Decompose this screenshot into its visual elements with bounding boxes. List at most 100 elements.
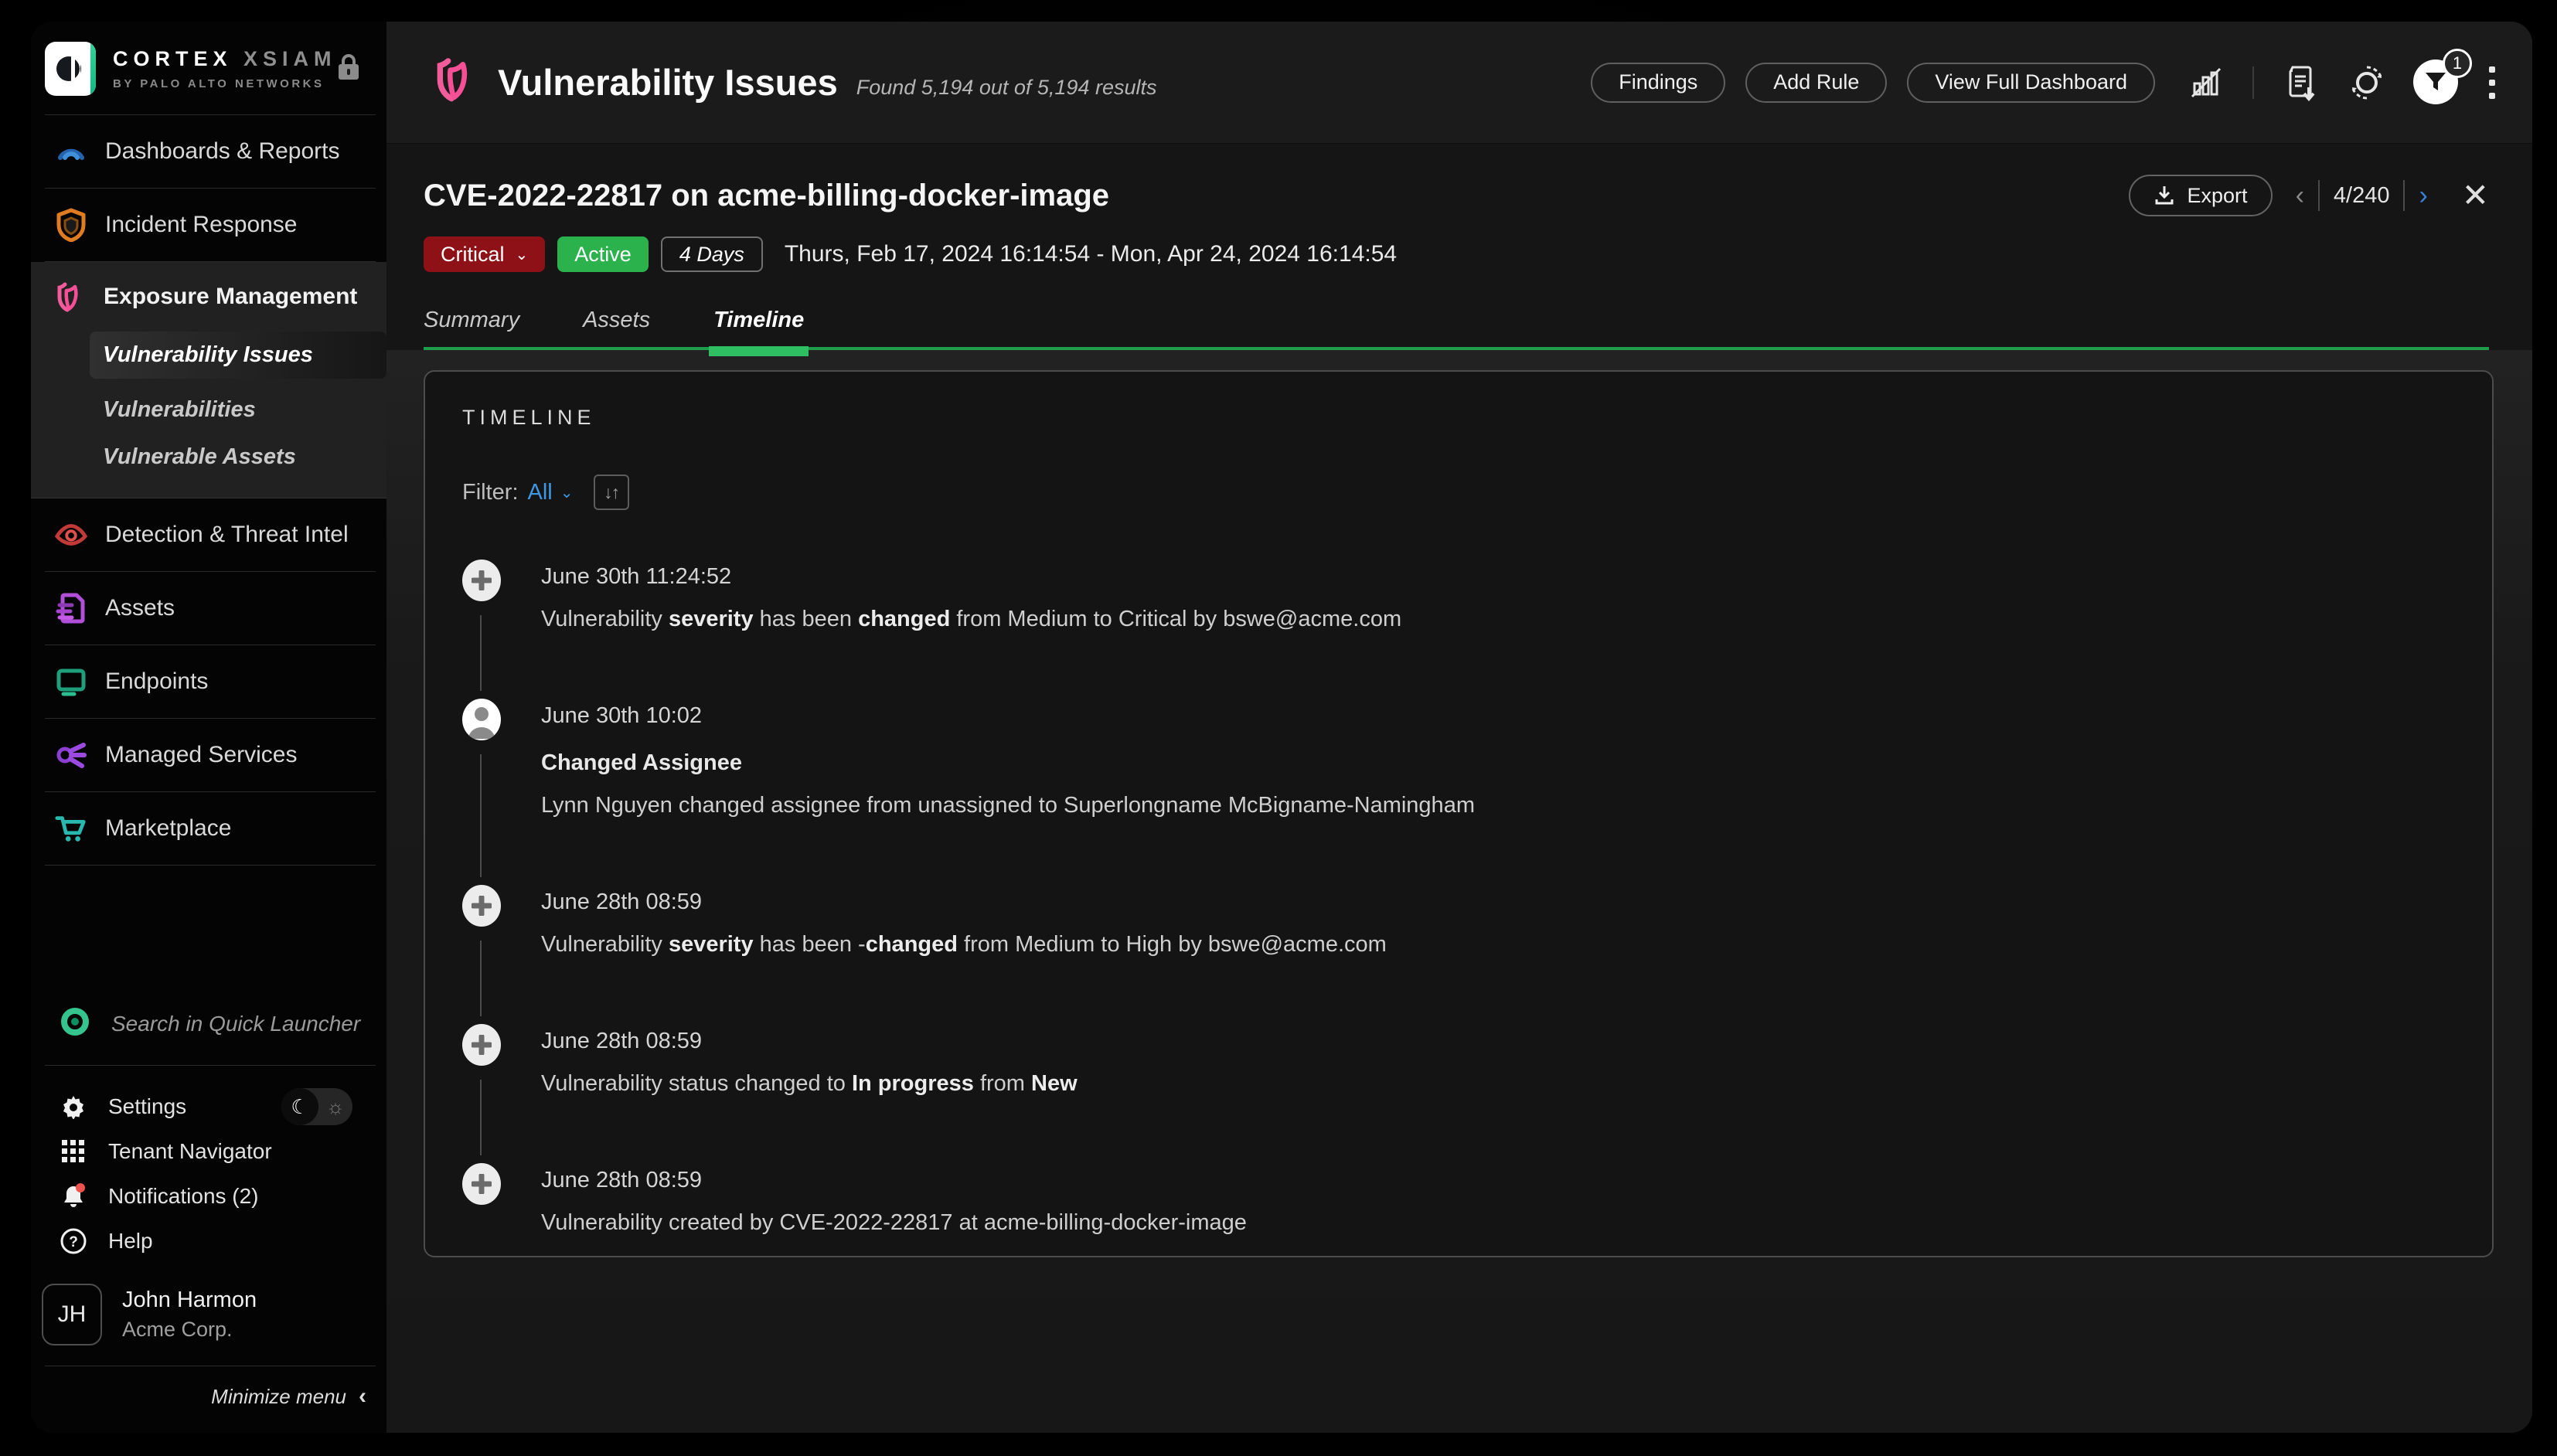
exposure-management-section: Exposure Management Vulnerability Issues…: [31, 262, 386, 498]
export-button[interactable]: Export: [2129, 175, 2273, 216]
app-window: CORTEX XSIAM BY PALO ALTO NETWORKS Dashb…: [31, 22, 2532, 1433]
timeline-heading: TIMELINE: [462, 406, 2455, 430]
plus-icon: [462, 885, 501, 927]
tab-timeline[interactable]: Timeline: [713, 308, 804, 333]
sort-order-button[interactable]: ↓↑: [594, 475, 629, 510]
sidebar-item-label: Endpoints: [105, 668, 208, 695]
report-download-icon[interactable]: [2280, 63, 2320, 103]
moon-icon: ☾: [281, 1088, 318, 1125]
sidebar-item-label: Managed Services: [105, 742, 297, 768]
sidebar-item-label: Notifications (2): [108, 1184, 259, 1209]
user-name: John Harmon: [122, 1288, 257, 1313]
sidebar-item-label: Dashboards & Reports: [105, 138, 340, 165]
filter-value: All: [528, 480, 553, 505]
hide-charts-icon[interactable]: [2186, 63, 2226, 103]
vulnerability-shield-icon: [434, 56, 478, 108]
sidebar-item-vulnerabilities[interactable]: Vulnerabilities: [31, 386, 386, 434]
event-time: June 30th 11:24:52: [541, 564, 2455, 590]
brand-header: CORTEX XSIAM BY PALO ALTO NETWORKS: [31, 22, 386, 114]
event-text: Lynn Nguyen changed assignee from unassi…: [541, 793, 2455, 818]
sidebar-item-notifications[interactable]: Notifications (2): [31, 1174, 386, 1219]
sidebar-item-label: Settings: [108, 1094, 186, 1119]
sidebar-item-managed-services[interactable]: Managed Services: [31, 719, 386, 791]
sidebar-item-dashboards-reports[interactable]: Dashboards & Reports: [31, 115, 386, 188]
severity-label: Critical: [441, 243, 505, 267]
add-rule-button[interactable]: Add Rule: [1745, 63, 1887, 103]
close-icon[interactable]: ✕: [2462, 179, 2489, 212]
sidebar-item-tenant-navigator[interactable]: Tenant Navigator: [31, 1129, 386, 1174]
plus-icon: [462, 560, 501, 601]
sidebar-item-label: Exposure Management: [104, 284, 357, 310]
sidebar-item-label: Incident Response: [105, 212, 298, 238]
refresh-icon[interactable]: [2347, 63, 2387, 103]
header-icons: 1: [2186, 60, 2498, 106]
user-profile[interactable]: JH John Harmon Acme Corp.: [31, 1264, 386, 1366]
brand-byline: BY PALO ALTO NETWORKS: [113, 77, 337, 90]
brand-primary: CORTEX: [113, 47, 233, 70]
minimize-menu-button[interactable]: Minimize menu ‹: [31, 1366, 386, 1433]
sidebar-item-detection-threat-intel[interactable]: Detection & Threat Intel: [31, 498, 386, 571]
quick-launcher[interactable]: Search in Quick Launcher: [31, 982, 386, 1065]
kebab-menu-icon[interactable]: [2486, 63, 2498, 102]
filter-dropdown[interactable]: All ⌄: [528, 480, 574, 505]
severity-badge[interactable]: Critical ⌄: [424, 236, 545, 272]
findings-button[interactable]: Findings: [1591, 63, 1725, 103]
lock-icon: [337, 53, 360, 85]
tab-summary[interactable]: Summary: [424, 308, 519, 333]
sidebar-item-label: Assets: [105, 595, 175, 621]
chevron-down-icon: ⌄: [560, 483, 574, 502]
sidebar-item-vulnerability-issues[interactable]: Vulnerability Issues: [90, 332, 386, 379]
brand-secondary: XSIAM: [243, 47, 337, 70]
sidebar-item-vulnerable-assets[interactable]: Vulnerable Assets: [31, 434, 386, 481]
filter-count-badge: 1: [2443, 49, 2472, 78]
sidebar-item-incident-response[interactable]: Incident Response: [31, 189, 386, 261]
divider: [2252, 66, 2254, 99]
timeline-filter-row: Filter: All ⌄ ↓↑: [462, 475, 2455, 510]
brand-text: CORTEX XSIAM BY PALO ALTO NETWORKS: [113, 47, 337, 90]
duration-badge: 4 Days: [661, 236, 763, 272]
main-area: Vulnerability Issues Found 5,194 out of …: [386, 22, 2532, 1433]
event-title: Changed Assignee: [541, 750, 2455, 776]
sidebar-item-settings[interactable]: Settings ☾ ☼: [31, 1084, 386, 1129]
results-count: Found 5,194 out of 5,194 results: [856, 76, 1157, 100]
status-badge: Active: [557, 236, 649, 272]
event-time: June 28th 08:59: [541, 890, 2455, 915]
sidebar-item-marketplace[interactable]: Marketplace: [31, 792, 386, 865]
plus-icon: [462, 1163, 501, 1205]
theme-toggle[interactable]: ☾ ☼: [281, 1088, 352, 1125]
date-range: Thurs, Feb 17, 2024 16:14:54 - Mon, Apr …: [785, 241, 1397, 267]
logo-green-stripe: [90, 42, 96, 96]
timeline-event: June 28th 08:59 Vulnerability status cha…: [462, 1029, 2455, 1168]
avatar: JH: [42, 1284, 102, 1345]
help-icon: ?: [59, 1228, 88, 1254]
chevron-left-icon: ‹: [359, 1383, 366, 1410]
tab-assets[interactable]: Assets: [583, 308, 650, 333]
sidebar-item-label: Help: [108, 1229, 153, 1254]
download-icon: [2154, 185, 2175, 206]
gauge-icon: [54, 134, 88, 168]
plus-icon: [462, 1024, 501, 1066]
user-avatar-icon: [462, 699, 501, 740]
sidebar-item-help[interactable]: ? Help: [31, 1219, 386, 1264]
sidebar-item-exposure-management[interactable]: Exposure Management: [31, 262, 386, 332]
sidebar-item-assets[interactable]: Assets: [31, 572, 386, 645]
export-label: Export: [2188, 184, 2248, 208]
quick-launcher-icon: [59, 1005, 91, 1042]
grid-icon: [59, 1140, 88, 1163]
event-text: Vulnerability severity has been changed …: [541, 607, 2455, 632]
detail-tabs: Summary Assets Timeline: [424, 308, 2489, 350]
event-time: June 28th 08:59: [541, 1029, 2455, 1054]
record-position: 4/240: [2334, 183, 2390, 209]
filter-button[interactable]: 1: [2413, 60, 2460, 106]
prev-record-icon[interactable]: ‹: [2296, 181, 2304, 211]
timeline-event: June 28th 08:59 Vulnerability severity h…: [462, 890, 2455, 1029]
cart-icon: [54, 811, 88, 845]
incident-shield-icon: [54, 208, 88, 242]
event-time: June 30th 10:02: [541, 703, 2455, 729]
bell-icon: [59, 1183, 88, 1209]
next-record-icon[interactable]: ›: [2419, 181, 2427, 211]
event-text: Vulnerability created by CVE-2022-22817 …: [541, 1210, 2455, 1236]
issue-badges: Critical ⌄ Active 4 Days Thurs, Feb 17, …: [424, 236, 2489, 272]
sidebar-item-endpoints[interactable]: Endpoints: [31, 645, 386, 718]
view-full-dashboard-button[interactable]: View Full Dashboard: [1907, 63, 2155, 103]
